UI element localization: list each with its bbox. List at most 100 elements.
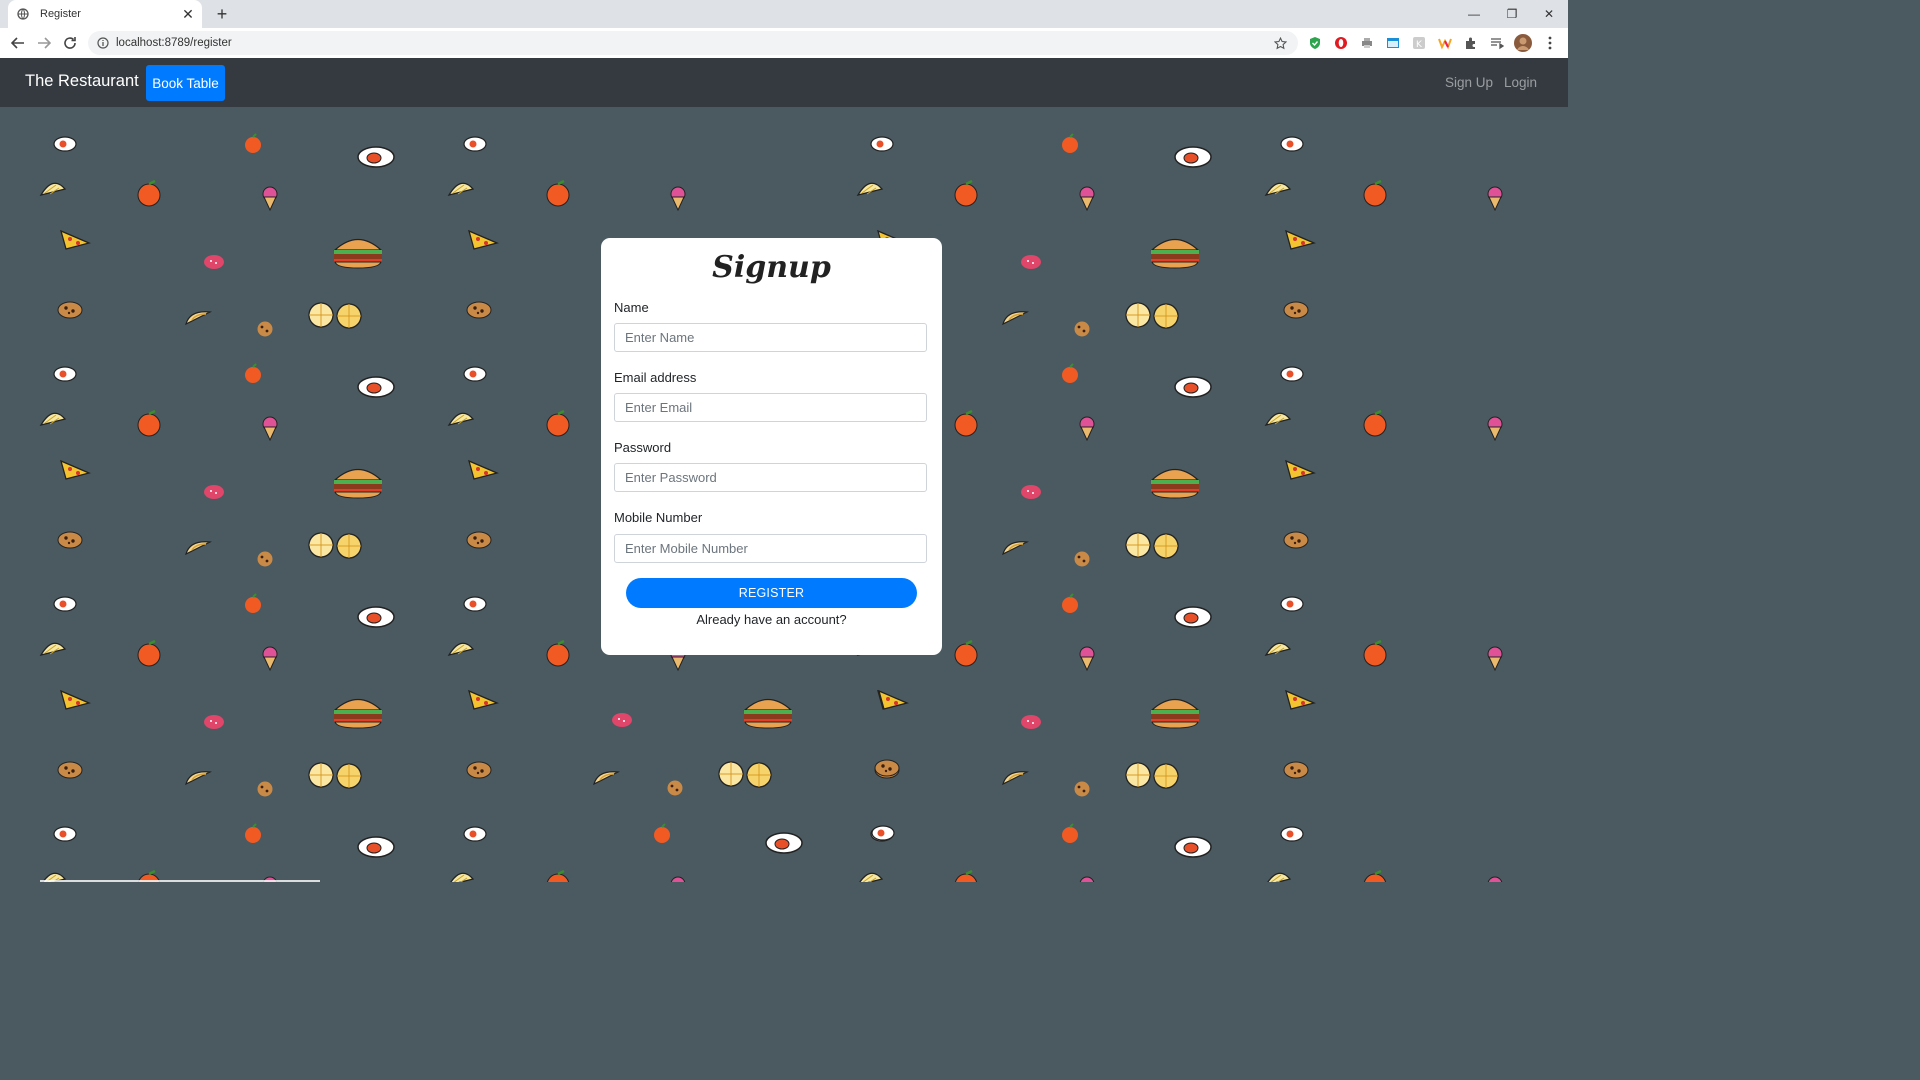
- lemon-decoration: [38, 639, 68, 664]
- signup-title: Signup: [712, 250, 831, 285]
- egg-decoration: [462, 595, 488, 618]
- lemon-decoration: [1263, 179, 1293, 204]
- orange-decoration: [241, 362, 265, 389]
- lemon-decoration: [1263, 409, 1293, 434]
- w-extension-icon[interactable]: [1436, 34, 1454, 52]
- url-text: localhost:8789/register: [116, 37, 232, 49]
- password-label: Password: [614, 440, 672, 455]
- forward-icon[interactable]: [34, 33, 54, 53]
- egg-decoration: [52, 365, 78, 388]
- opera-extension-icon[interactable]: [1332, 34, 1350, 52]
- pizza-decoration: [466, 687, 500, 718]
- scroll-indicator: [40, 880, 320, 882]
- egg-decoration: [1279, 825, 1305, 848]
- lemon-decoration: [446, 179, 476, 204]
- pizza-decoration: [58, 227, 92, 258]
- icecream-decoration: [1076, 415, 1098, 446]
- lemon-decoration: [446, 639, 476, 664]
- berry-decoration: [202, 253, 226, 276]
- info-icon[interactable]: [96, 36, 110, 50]
- signup-link[interactable]: Sign Up: [1445, 75, 1493, 90]
- icecream-decoration: [1076, 645, 1098, 676]
- icecream-decoration: [1484, 875, 1506, 882]
- orangeslices-decoration: [1121, 760, 1185, 795]
- orange-decoration: [133, 409, 165, 442]
- orange-decoration: [542, 869, 574, 882]
- mobile-input[interactable]: [614, 534, 927, 563]
- new-tab-icon[interactable]: +: [212, 4, 232, 24]
- reading-list-icon[interactable]: [1488, 34, 1506, 52]
- icecream-decoration: [259, 645, 281, 676]
- berry-decoration: [202, 713, 226, 736]
- pizza-decoration: [58, 457, 92, 488]
- already-account-link[interactable]: Already have an account?: [601, 612, 942, 627]
- name-input[interactable]: [614, 323, 927, 352]
- berry-decoration: [1019, 483, 1043, 506]
- back-icon[interactable]: [8, 33, 28, 53]
- egg-decoration: [462, 825, 488, 848]
- orange-decoration: [1058, 132, 1082, 159]
- login-link[interactable]: Login: [1504, 75, 1537, 90]
- mobile-label: Mobile Number: [614, 510, 703, 525]
- egg-decoration: [1173, 145, 1213, 174]
- orangeslices-decoration: [304, 760, 368, 795]
- orange-decoration: [1359, 179, 1391, 212]
- egg-decoration: [52, 135, 78, 158]
- orange-decoration: [950, 639, 982, 672]
- berry-decoration: [1019, 713, 1043, 736]
- cookie-decoration: [465, 760, 493, 785]
- orange-decoration: [1058, 362, 1082, 389]
- pizza-decoration: [466, 457, 500, 488]
- book-table-button[interactable]: Book Table: [146, 65, 225, 101]
- lemon-decoration: [38, 409, 68, 434]
- site-navbar: The Restaurant Book Table Sign Up Login: [0, 58, 1568, 107]
- reload-icon[interactable]: [60, 33, 80, 53]
- brand-link[interactable]: The Restaurant: [25, 72, 139, 91]
- orange-decoration: [241, 822, 265, 849]
- profile-avatar[interactable]: [1514, 34, 1532, 52]
- puzzle-extension-icon[interactable]: [1462, 34, 1480, 52]
- icecream-decoration: [667, 875, 689, 882]
- taco-decoration: [1001, 538, 1030, 563]
- egg-decoration: [869, 135, 895, 158]
- browser-tab[interactable]: Register ✕: [8, 0, 202, 28]
- taco-decoration: [1001, 768, 1030, 793]
- k-extension-icon[interactable]: K: [1410, 34, 1428, 52]
- cookie-decoration: [1071, 320, 1093, 343]
- restore-icon[interactable]: ❐: [1493, 0, 1531, 28]
- lemon-decoration: [1263, 639, 1293, 664]
- password-input[interactable]: [614, 463, 927, 492]
- orange-decoration: [1058, 592, 1082, 619]
- taco-decoration: [184, 538, 213, 563]
- close-window-icon[interactable]: ✕: [1530, 0, 1568, 28]
- globe-icon: [16, 7, 30, 21]
- cookie-decoration: [254, 320, 276, 343]
- printer-extension-icon[interactable]: [1358, 34, 1376, 52]
- lemon-decoration: [446, 869, 476, 882]
- egg-decoration: [764, 831, 804, 860]
- cookie-decoration: [664, 779, 686, 802]
- lemon-decoration: [38, 179, 68, 204]
- close-tab-icon[interactable]: ✕: [180, 6, 196, 22]
- bookmark-star-icon[interactable]: [1272, 35, 1288, 51]
- lemon-decoration: [1263, 869, 1293, 882]
- minimize-icon[interactable]: —: [1455, 0, 1493, 28]
- burger-decoration: [1148, 465, 1202, 504]
- shield-extension-icon[interactable]: [1306, 34, 1324, 52]
- berry-decoration: [202, 483, 226, 506]
- name-label: Name: [614, 300, 649, 315]
- orange-decoration: [950, 869, 982, 882]
- email-label: Email address: [614, 370, 697, 385]
- orange-decoration: [1359, 639, 1391, 672]
- orangeslices-decoration: [304, 530, 368, 565]
- orangeslices-decoration: [1121, 530, 1185, 565]
- register-button[interactable]: REGISTER: [626, 578, 917, 608]
- window-extension-icon[interactable]: [1384, 34, 1402, 52]
- orange-decoration: [950, 179, 982, 212]
- orange-decoration: [241, 592, 265, 619]
- menu-kebab-icon[interactable]: [1541, 34, 1559, 52]
- email-input[interactable]: [614, 393, 927, 422]
- egg-decoration: [356, 145, 396, 174]
- address-bar[interactable]: localhost:8789/register: [88, 31, 1298, 55]
- icecream-decoration: [259, 185, 281, 216]
